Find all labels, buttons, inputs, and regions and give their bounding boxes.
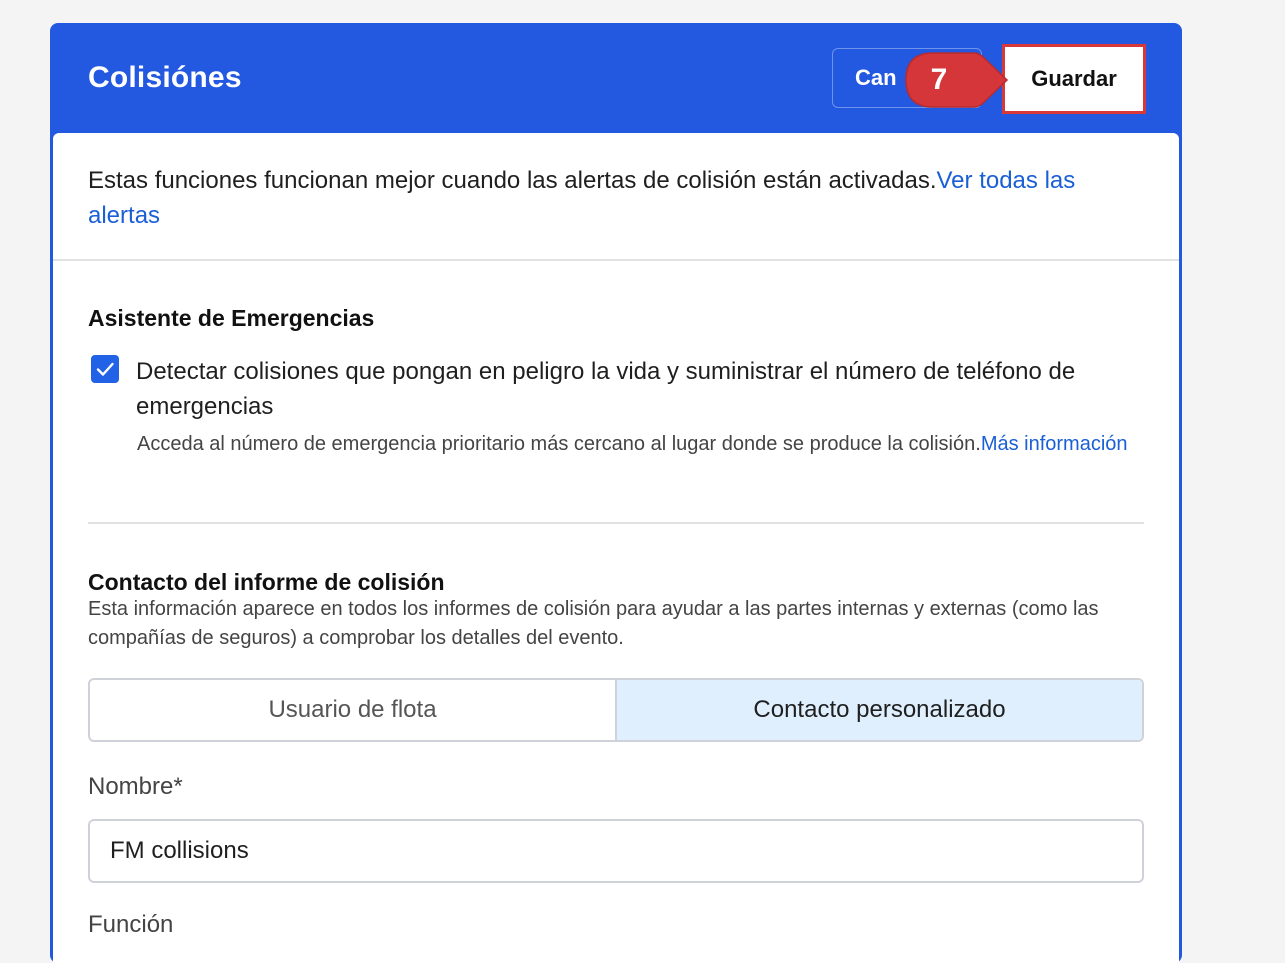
contact-type-toggle: Usuario de flota Contacto personalizado (88, 678, 1144, 742)
emergency-detection-label: Detectar colisiones que pongan en peligr… (136, 358, 1076, 420)
tab-fleet-user[interactable]: Usuario de flota (90, 680, 615, 740)
notice-text: Estas funciones funcionan mejor cuando l… (88, 167, 937, 194)
emergency-assistant-title: Asistente de Emergencias (88, 305, 375, 331)
step-number: 7 (930, 63, 948, 96)
dialog-header: Colisiónes Can Guardar 7 (50, 23, 1182, 133)
save-button-highlight: Guardar (1002, 44, 1146, 114)
collisions-dialog: Colisiónes Can Guardar 7 Estas funciones… (50, 23, 1182, 963)
dialog-content: Estas funciones funcionan mejor cuando l… (53, 133, 1179, 963)
divider (53, 259, 1179, 261)
checkmark-icon (96, 362, 114, 376)
save-button[interactable]: Guardar (1011, 51, 1137, 107)
collision-report-contact-title: Contacto del informe de colisión (88, 569, 445, 595)
name-field-label: Nombre* (88, 773, 183, 800)
collision-alerts-notice: Estas funciones funcionan mejor cuando l… (88, 163, 1128, 233)
help-text: Acceda al número de emergencia prioritar… (137, 433, 981, 455)
tab-custom-contact[interactable]: Contacto personalizado (615, 680, 1142, 740)
dialog-title: Colisiónes (88, 61, 242, 94)
divider (88, 522, 1144, 524)
name-field[interactable] (88, 819, 1144, 883)
role-field-label: Función (88, 911, 174, 938)
collision-report-contact-description: Esta información aparece en todos los in… (88, 598, 1099, 649)
emergency-detection-checkbox[interactable] (91, 355, 119, 383)
emergency-detection-help: Acceda al número de emergencia prioritar… (137, 430, 1137, 459)
step-callout-marker: 7 (903, 50, 1011, 110)
more-info-link[interactable]: Más información (981, 433, 1128, 455)
